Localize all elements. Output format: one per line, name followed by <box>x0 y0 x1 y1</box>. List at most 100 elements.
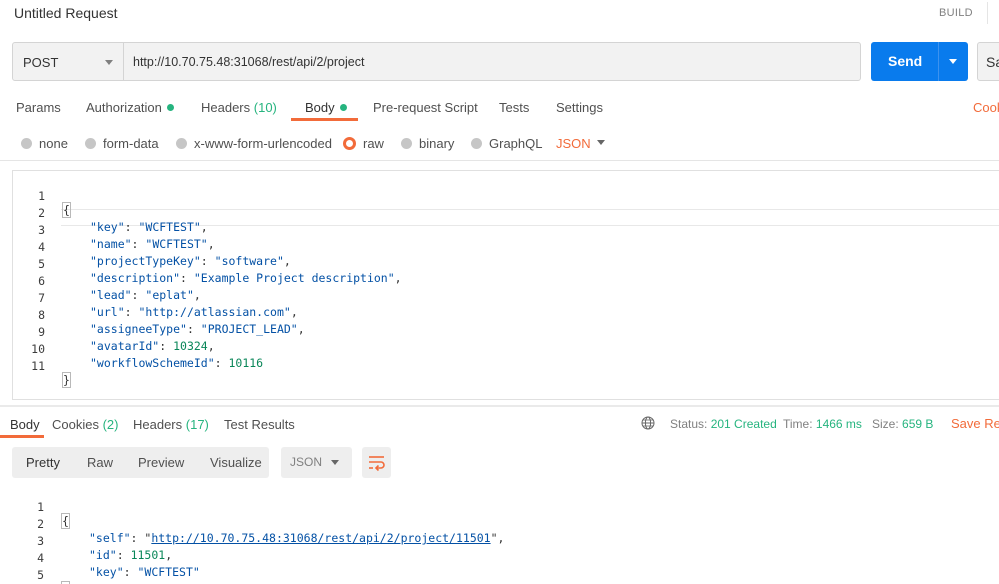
tab-label: Headers <box>133 417 183 432</box>
time-value[interactable]: 1466 ms <box>816 417 862 431</box>
code-line: 3 "id": 11501, <box>12 520 999 562</box>
line-number: 5 <box>37 568 44 582</box>
meta-label: Size: <box>872 417 899 431</box>
response-format-value: JSON <box>290 455 323 469</box>
radio-selected-icon <box>343 137 356 150</box>
code-line: 4 "projectTypeKey": "software", <box>13 226 999 268</box>
tab-headers[interactable]: Headers (10) <box>201 100 277 115</box>
chevron-down-icon <box>331 460 339 465</box>
code-line: 4 "key": "WCFTEST" <box>12 537 999 579</box>
request-body-editor[interactable]: 1 { 2 "key": "WCFTEST", 3 "name": "WCFTE… <box>12 170 999 400</box>
active-tab-underline <box>291 118 358 121</box>
tab-body[interactable]: Body <box>305 100 347 115</box>
method-value: POST <box>23 55 59 70</box>
radio-circle-icon <box>85 138 96 149</box>
tab-label: Headers <box>201 100 251 115</box>
pane-resize-handle[interactable] <box>0 405 999 407</box>
send-options-chevron-icon[interactable] <box>949 59 957 64</box>
tab-pre-request-script[interactable]: Pre-request Script <box>373 100 478 115</box>
view-mode-pretty[interactable]: Pretty <box>26 455 60 470</box>
status-label: Status: 201 Created <box>670 417 777 431</box>
size-label: Size: 659 B <box>872 417 933 431</box>
code-line: 2 "key": "WCFTEST", <box>13 192 999 234</box>
build-mode-label[interactable]: BUILD <box>939 7 973 19</box>
title-bar: Untitled Request BUILD <box>0 0 999 30</box>
cookies-link[interactable]: Cook <box>973 100 999 115</box>
radio-graphql[interactable]: GraphQL <box>471 136 542 151</box>
send-button[interactable]: Send <box>871 42 968 81</box>
code-line: 9 "avatarId": 10324, <box>13 311 999 353</box>
view-mode-visualize[interactable]: Visualize <box>210 455 262 470</box>
meta-label: Time: <box>783 417 813 431</box>
tab-label: Cookies <box>52 417 99 432</box>
code-line: 3 "name": "WCFTEST", <box>13 209 999 251</box>
response-format-toolbar: Pretty Raw Preview Visualize JSON <box>12 447 999 478</box>
tab-params[interactable]: Params <box>16 100 61 115</box>
tab-label: Body <box>10 417 40 432</box>
radio-label: x-www-form-urlencoded <box>194 136 332 151</box>
meta-label: Status: <box>670 417 708 431</box>
url-row: POST http://10.70.75.48:31068/rest/api/2… <box>0 42 999 82</box>
radio-raw[interactable]: raw <box>343 136 384 151</box>
size-value[interactable]: 659 B <box>902 417 933 431</box>
tab-tests[interactable]: Tests <box>499 100 529 115</box>
tab-response-body[interactable]: Body <box>10 417 40 432</box>
code-line: 11 } <box>13 345 999 388</box>
title-bar-separator <box>987 2 988 24</box>
radio-circle-icon <box>471 138 482 149</box>
radio-label: GraphQL <box>489 136 543 151</box>
wrap-lines-icon <box>369 456 385 472</box>
tab-response-cookies[interactable]: Cookies (2) <box>52 417 118 432</box>
view-mode-preview[interactable]: Preview <box>138 455 184 470</box>
radio-form-data[interactable]: form-data <box>85 136 159 151</box>
radio-label: none <box>39 136 68 151</box>
radio-circle-icon <box>401 138 412 149</box>
body-type-options: none form-data x-www-form-urlencoded raw… <box>0 132 999 156</box>
radio-label: binary <box>419 136 455 151</box>
tab-label: Body <box>305 100 335 115</box>
request-title[interactable]: Untitled Request <box>14 5 118 21</box>
radio-binary[interactable]: binary <box>401 136 454 151</box>
radio-none[interactable]: none <box>21 136 68 151</box>
wrap-lines-button[interactable] <box>362 447 391 478</box>
code-line: 5 "description": "Example Project descri… <box>13 243 999 285</box>
tab-count: (17) <box>185 417 209 432</box>
tab-label: Test Results <box>224 417 295 432</box>
globe-icon[interactable] <box>641 416 655 430</box>
tab-count: (2) <box>102 417 119 432</box>
save-response-button[interactable]: Save Res <box>951 416 999 431</box>
code-line: 7 "url": "http://atlassian.com", <box>13 277 999 319</box>
section-divider <box>0 160 999 161</box>
send-divider <box>938 42 939 81</box>
status-value[interactable]: 201 Created <box>711 417 777 431</box>
radio-label: form-data <box>103 136 159 151</box>
code-line: 10 "workflowSchemeId": 10116 <box>13 328 999 370</box>
tab-test-results[interactable]: Test Results <box>224 417 295 432</box>
tab-label: Tests <box>499 100 530 115</box>
raw-format-select[interactable]: JSON <box>556 136 591 151</box>
tab-label: Settings <box>556 100 603 115</box>
tab-count: (10) <box>253 100 277 115</box>
view-mode-raw[interactable]: Raw <box>87 455 113 470</box>
chevron-down-icon <box>105 60 113 65</box>
method-select[interactable]: POST <box>12 42 124 81</box>
tab-settings[interactable]: Settings <box>556 100 603 115</box>
url-input[interactable]: http://10.70.75.48:31068/rest/api/2/proj… <box>123 42 861 81</box>
chevron-down-icon[interactable] <box>597 140 605 145</box>
response-format-select[interactable]: JSON <box>281 447 352 478</box>
status-dot-icon <box>339 104 347 111</box>
save-button[interactable]: Sa <box>977 42 999 81</box>
tab-label: Params <box>16 100 61 115</box>
time-label: Time: 1466 ms <box>783 417 862 431</box>
code-line: 6 "lead": "eplat", <box>13 260 999 302</box>
radio-x-www-form-urlencoded[interactable]: x-www-form-urlencoded <box>176 136 332 151</box>
tab-response-headers[interactable]: Headers (17) <box>133 417 209 432</box>
radio-circle-icon <box>21 138 32 149</box>
status-dot-icon <box>166 104 174 111</box>
code-line: 5 } <box>12 554 999 584</box>
response-tabs: Body Cookies (2) Headers (17) Test Resul… <box>0 413 999 439</box>
radio-label: raw <box>363 136 384 151</box>
response-body-viewer[interactable]: 1 { 2 "self": "http://10.70.75.48:31068/… <box>12 486 999 584</box>
tab-authorization[interactable]: Authorization <box>86 100 174 115</box>
view-mode-switch: Pretty Raw Preview Visualize <box>12 447 269 478</box>
